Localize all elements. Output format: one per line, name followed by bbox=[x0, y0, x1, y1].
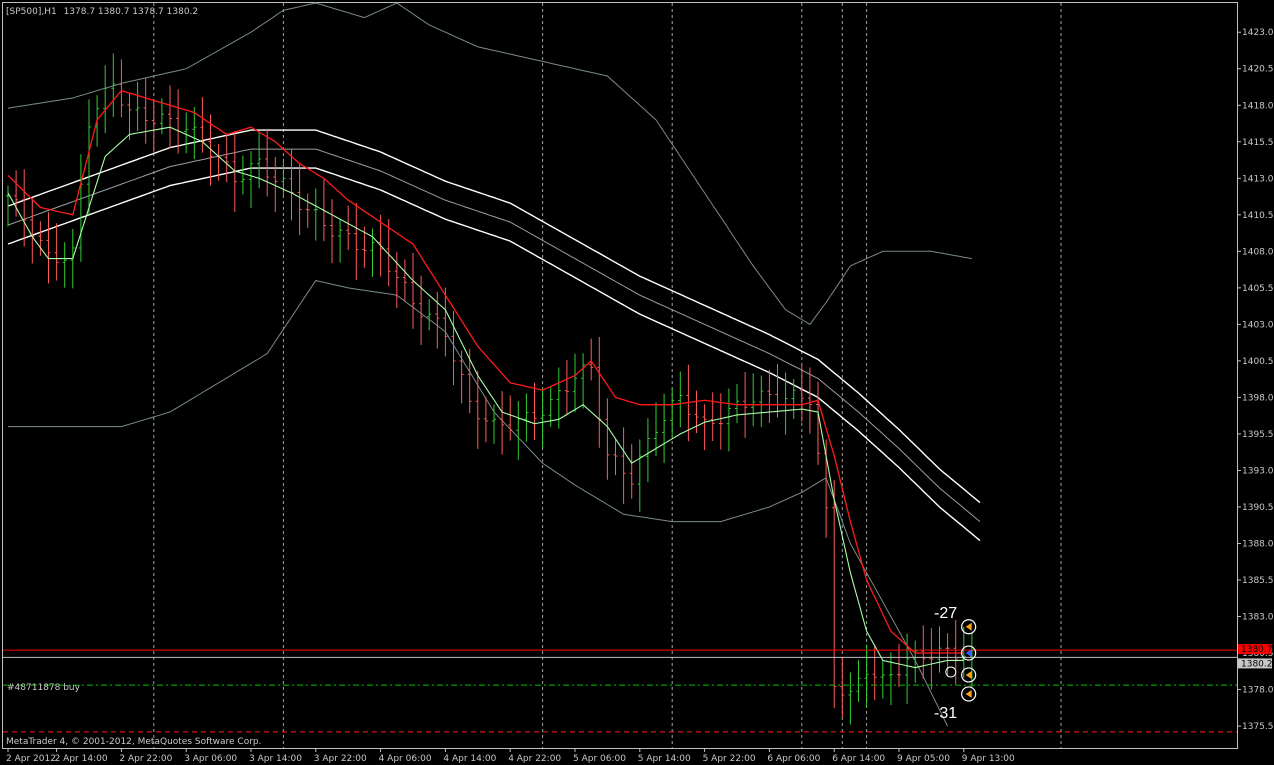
x-tick-label: 6 Apr 14:00 bbox=[832, 754, 885, 764]
x-tick-label: 2 Apr 2012 bbox=[6, 754, 56, 764]
x-tick-label: 4 Apr 14:00 bbox=[443, 754, 496, 764]
y-tick-label: 1390.5 bbox=[1242, 503, 1274, 513]
y-tick-label: 1423.0 bbox=[1242, 28, 1274, 38]
y-tick-label: 1375.5 bbox=[1242, 722, 1274, 732]
x-tick-label: 5 Apr 22:00 bbox=[703, 754, 756, 764]
annotation-lower-value: -31 bbox=[934, 705, 957, 722]
x-tick-label: 2 Apr 14:00 bbox=[55, 754, 108, 764]
symbol-label: [SP500],H1 bbox=[6, 7, 57, 17]
y-tick-label: 1383.0 bbox=[1242, 613, 1274, 623]
y-tick-label: 1400.5 bbox=[1242, 357, 1274, 367]
y-tick-label: 1403.0 bbox=[1242, 320, 1274, 330]
ask-price-label: 1380.7 bbox=[1241, 645, 1273, 655]
x-tick-label: 6 Apr 06:00 bbox=[767, 754, 820, 764]
x-tick-label: 9 Apr 13:00 bbox=[962, 754, 1015, 764]
annotation-upper-value: -27 bbox=[934, 605, 957, 622]
copyright-footer: MetaTrader 4, © 2001-2012, MetaQuotes So… bbox=[6, 737, 262, 747]
y-tick-label: 1385.5 bbox=[1242, 576, 1274, 586]
x-tick-label: 3 Apr 22:00 bbox=[314, 754, 367, 764]
bid-price-label: 1380.2 bbox=[1241, 659, 1273, 669]
y-tick-label: 1410.5 bbox=[1242, 211, 1274, 221]
x-tick-label: 4 Apr 22:00 bbox=[508, 754, 561, 764]
y-tick-label: 1420.5 bbox=[1242, 65, 1274, 75]
x-tick-label: 4 Apr 06:00 bbox=[379, 754, 432, 764]
y-tick-label: 1393.0 bbox=[1242, 466, 1274, 476]
y-tick-label: 1398.0 bbox=[1242, 393, 1274, 403]
x-tick-label: 5 Apr 06:00 bbox=[573, 754, 626, 764]
x-tick-label: 9 Apr 05:00 bbox=[897, 754, 950, 764]
x-tick-label: 2 Apr 22:00 bbox=[119, 754, 172, 764]
y-tick-label: 1395.5 bbox=[1242, 430, 1274, 440]
y-tick-label: 1388.0 bbox=[1242, 539, 1274, 549]
chart-header: [SP500],H1 1378.7 1380.7 1378.7 1380.2 bbox=[6, 7, 198, 17]
price-chart[interactable]: 1423.0 1420.5 1418.0 1415.5 1413.0 1410.5 1408… bbox=[0, 0, 1274, 765]
y-tick-label: 1415.5 bbox=[1242, 138, 1274, 148]
y-tick-label: 1408.0 bbox=[1242, 247, 1274, 257]
ohlc-values: 1378.7 1380.7 1378.7 1380.2 bbox=[64, 7, 199, 17]
y-tick-label: 1378.0 bbox=[1242, 686, 1274, 696]
order-label[interactable]: #48711878 buy bbox=[7, 683, 81, 693]
x-tick-label: 5 Apr 14:00 bbox=[638, 754, 691, 764]
x-tick-label: 3 Apr 14:00 bbox=[249, 754, 302, 764]
y-tick-label: 1405.5 bbox=[1242, 284, 1274, 294]
y-tick-label: 1413.0 bbox=[1242, 174, 1274, 184]
y-tick-label: 1418.0 bbox=[1242, 101, 1274, 111]
x-tick-label: 3 Apr 06:00 bbox=[184, 754, 237, 764]
